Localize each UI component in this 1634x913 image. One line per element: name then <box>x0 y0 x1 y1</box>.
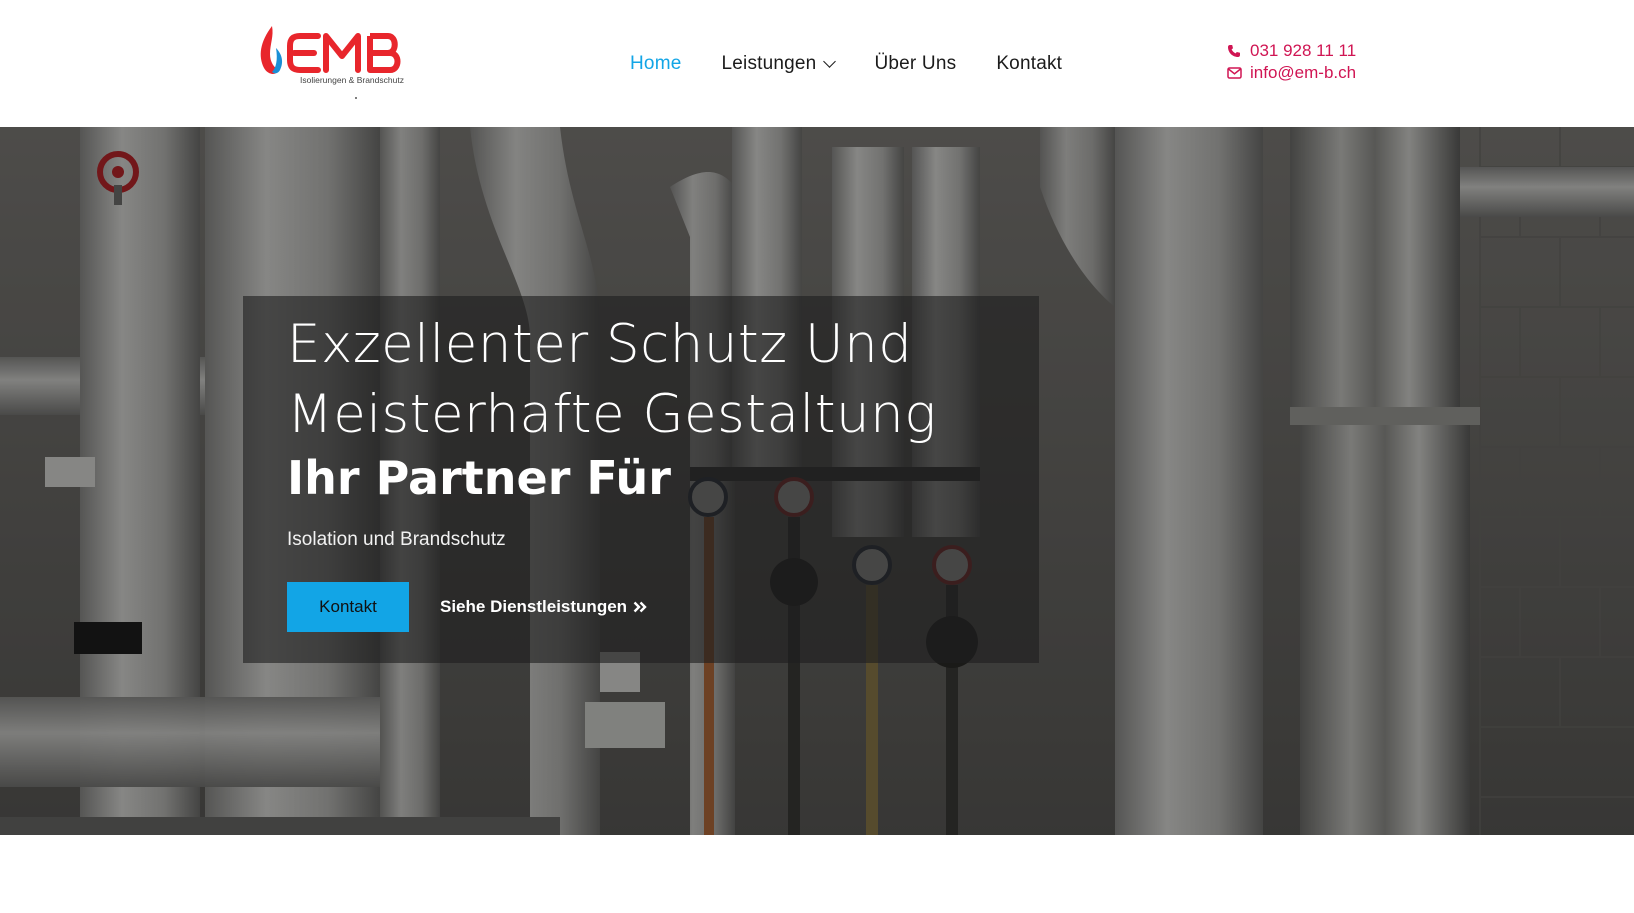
phone-link[interactable]: 031 928 11 11 <box>1226 40 1356 62</box>
phone-number: 031 928 11 11 <box>1250 41 1357 60</box>
logo-graphic: Isolierungen & Brandschutz <box>260 26 404 85</box>
hero-title-line1: Exzellenter Schutz Und <box>287 314 913 375</box>
nav-label-home: Home <box>630 53 682 74</box>
nav-label-leistungen: Leistungen <box>721 53 817 74</box>
kontakt-button[interactable]: Kontakt <box>287 582 409 632</box>
envelope-icon <box>1226 65 1242 81</box>
nav-item-home[interactable]: Home <box>630 53 681 75</box>
services-link-label: Siehe Dienstleistungen <box>440 597 628 616</box>
hero-title: Exzellenter Schutz Und Meisterhafte Gest… <box>287 310 1027 450</box>
chevron-down-icon <box>823 55 837 68</box>
hero-text: Isolation und Brandschutz <box>287 529 506 550</box>
nav-label-ueber-uns: Über Uns <box>874 53 957 74</box>
nav-item-leistungen[interactable]: Leistungen <box>721 53 837 75</box>
hero-subtitle: Ihr Partner Für <box>287 451 671 505</box>
site-header: Isolierungen & Brandschutz Home Leistung… <box>0 0 1634 127</box>
logo-letter-e <box>287 33 321 73</box>
nav-item-kontakt[interactable]: Kontakt <box>996 53 1062 75</box>
hero-section: Exzellenter Schutz Und Meisterhafte Gest… <box>0 127 1634 835</box>
logo[interactable]: Isolierungen & Brandschutz <box>258 22 426 102</box>
email-address: info@em-b.ch <box>1250 63 1357 82</box>
services-link[interactable]: Siehe Dienstleistungen <box>440 582 647 632</box>
logo-letter-m <box>323 33 361 73</box>
logo-tagline: Isolierungen & Brandschutz <box>300 75 404 85</box>
main-nav: Home Leistungen Über Uns Kontakt <box>630 50 1102 78</box>
header-contact: 031 928 11 11 info@em-b.ch <box>1226 40 1356 84</box>
email-link[interactable]: info@em-b.ch <box>1226 62 1356 84</box>
phone-icon <box>1226 43 1242 59</box>
nav-label-kontakt: Kontakt <box>996 53 1063 74</box>
logo-letter-b <box>367 33 401 73</box>
double-chevron-right-icon <box>633 601 647 613</box>
hero-title-line2: Meisterhafte Gestaltung <box>287 384 937 445</box>
logo-dot <box>355 97 357 99</box>
flame-icon <box>260 26 283 74</box>
kontakt-button-label: Kontakt <box>319 597 377 616</box>
hero-content-box: Exzellenter Schutz Und Meisterhafte Gest… <box>243 296 1039 663</box>
nav-item-ueber-uns[interactable]: Über Uns <box>874 53 956 75</box>
